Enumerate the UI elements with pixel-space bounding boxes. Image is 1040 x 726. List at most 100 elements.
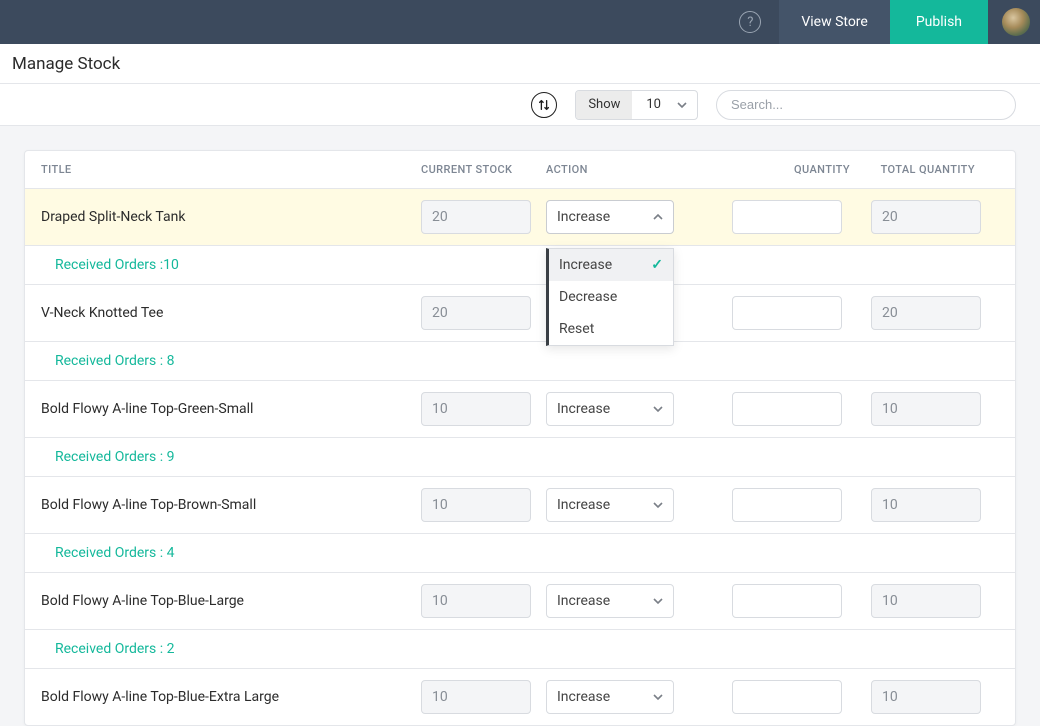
cell-title: Bold Flowy A-line Top-Green-Small (41, 401, 421, 417)
cell-total: 10 (856, 392, 981, 426)
cell-action: Increase (546, 392, 726, 426)
action-option-reset[interactable]: Reset (549, 313, 673, 345)
table-row: V-Neck Knotted Tee 20 20 (25, 285, 1015, 342)
action-select[interactable]: Increase (546, 584, 674, 618)
current-stock-field: 10 (421, 584, 531, 618)
controls-bar: Show 10 (0, 84, 1040, 126)
total-quantity-field: 20 (871, 200, 981, 234)
sort-icon[interactable] (531, 92, 557, 118)
cell-total: 10 (856, 584, 981, 618)
quantity-input[interactable] (732, 200, 842, 234)
cell-action: Increase (546, 584, 726, 618)
total-quantity-field: 10 (871, 392, 981, 426)
chevron-down-icon (653, 500, 663, 510)
page-size-value[interactable]: 10 (632, 91, 671, 119)
cell-current-stock: 20 (421, 200, 546, 234)
cell-current-stock: 20 (421, 296, 546, 330)
cell-action: Increase Increase ✓ Decrease Reset (546, 200, 726, 234)
checkmark-icon: ✓ (651, 257, 663, 273)
quantity-input[interactable] (732, 392, 842, 426)
action-select-value: Increase (557, 209, 610, 225)
stock-table: TITLE CURRENT STOCK ACTION QUANTITY TOTA… (24, 150, 1016, 726)
quantity-input[interactable] (732, 488, 842, 522)
action-option-increase[interactable]: Increase ✓ (549, 249, 673, 281)
action-select-value: Increase (557, 593, 610, 609)
received-orders: Received Orders : 2 (25, 630, 1015, 669)
cell-total: 20 (856, 296, 981, 330)
current-stock-field: 10 (421, 488, 531, 522)
current-stock-field: 20 (421, 296, 531, 330)
cell-title: Bold Flowy A-line Top-Blue-Large (41, 593, 421, 609)
quantity-input[interactable] (732, 296, 842, 330)
search-field[interactable] (716, 90, 1016, 120)
table-row: Bold Flowy A-line Top-Blue-Extra Large 1… (25, 669, 1015, 725)
action-select-value: Increase (557, 497, 610, 513)
cell-current-stock: 10 (421, 680, 546, 714)
cell-action: Increase (546, 680, 726, 714)
total-quantity-field: 10 (871, 488, 981, 522)
current-stock-field: 20 (421, 200, 531, 234)
th-current-stock: CURRENT STOCK (421, 163, 546, 176)
quantity-input[interactable] (732, 680, 842, 714)
quantity-input[interactable] (732, 584, 842, 618)
view-store-button[interactable]: View Store (779, 0, 890, 44)
received-orders: Received Orders :10 (25, 246, 1015, 285)
page-size-caret[interactable] (671, 91, 697, 119)
chevron-up-icon (653, 212, 663, 222)
page-size-label: Show (576, 91, 632, 119)
sort-arrows-icon (537, 98, 551, 112)
cell-quantity (726, 296, 856, 330)
cell-quantity (726, 392, 856, 426)
search-input[interactable] (731, 97, 1001, 112)
page-size-select[interactable]: Show 10 (575, 90, 698, 120)
received-orders: Received Orders : 4 (25, 534, 1015, 573)
total-quantity-field: 10 (871, 584, 981, 618)
table-row: Bold Flowy A-line Top-Green-Small 10 Inc… (25, 381, 1015, 438)
action-option-label: Decrease (559, 289, 617, 305)
page-title-bar: Manage Stock (0, 44, 1040, 84)
current-stock-field: 10 (421, 392, 531, 426)
action-dropdown: Increase ✓ Decrease Reset (546, 248, 674, 346)
topbar: ? View Store Publish (0, 0, 1040, 44)
total-quantity-field: 10 (871, 680, 981, 714)
cell-total: 10 (856, 680, 981, 714)
page-title: Manage Stock (12, 54, 120, 74)
cell-title: Bold Flowy A-line Top-Blue-Extra Large (41, 689, 421, 705)
cell-title: Bold Flowy A-line Top-Brown-Small (41, 497, 421, 513)
cell-quantity (726, 200, 856, 234)
cell-quantity (726, 488, 856, 522)
received-orders: Received Orders : 9 (25, 438, 1015, 477)
cell-title: Draped Split-Neck Tank (41, 209, 421, 225)
action-option-label: Increase (559, 257, 612, 273)
cell-current-stock: 10 (421, 584, 546, 618)
chevron-down-icon (653, 404, 663, 414)
chevron-down-icon (653, 596, 663, 606)
action-select[interactable]: Increase (546, 392, 674, 426)
cell-total: 20 (856, 200, 981, 234)
cell-quantity (726, 584, 856, 618)
action-option-decrease[interactable]: Decrease (549, 281, 673, 313)
action-select[interactable]: Increase (546, 680, 674, 714)
cell-total: 10 (856, 488, 981, 522)
cell-quantity (726, 680, 856, 714)
cell-current-stock: 10 (421, 392, 546, 426)
received-orders: Received Orders : 8 (25, 342, 1015, 381)
cell-current-stock: 10 (421, 488, 546, 522)
action-select[interactable]: Increase (546, 200, 674, 234)
th-total-quantity: TOTAL QUANTITY (856, 163, 981, 176)
table-row: Bold Flowy A-line Top-Brown-Small 10 Inc… (25, 477, 1015, 534)
action-option-label: Reset (559, 321, 594, 337)
action-select[interactable]: Increase (546, 488, 674, 522)
publish-button[interactable]: Publish (890, 0, 988, 44)
th-action: ACTION (546, 163, 726, 176)
action-select-value: Increase (557, 689, 610, 705)
table-header: TITLE CURRENT STOCK ACTION QUANTITY TOTA… (25, 151, 1015, 189)
chevron-down-icon (677, 100, 687, 110)
avatar[interactable] (1002, 8, 1030, 36)
page-body: TITLE CURRENT STOCK ACTION QUANTITY TOTA… (0, 126, 1040, 726)
chevron-down-icon (653, 692, 663, 702)
th-quantity: QUANTITY (726, 163, 856, 176)
th-title: TITLE (41, 163, 421, 176)
help-icon[interactable]: ? (739, 11, 761, 33)
cell-action: Increase (546, 488, 726, 522)
